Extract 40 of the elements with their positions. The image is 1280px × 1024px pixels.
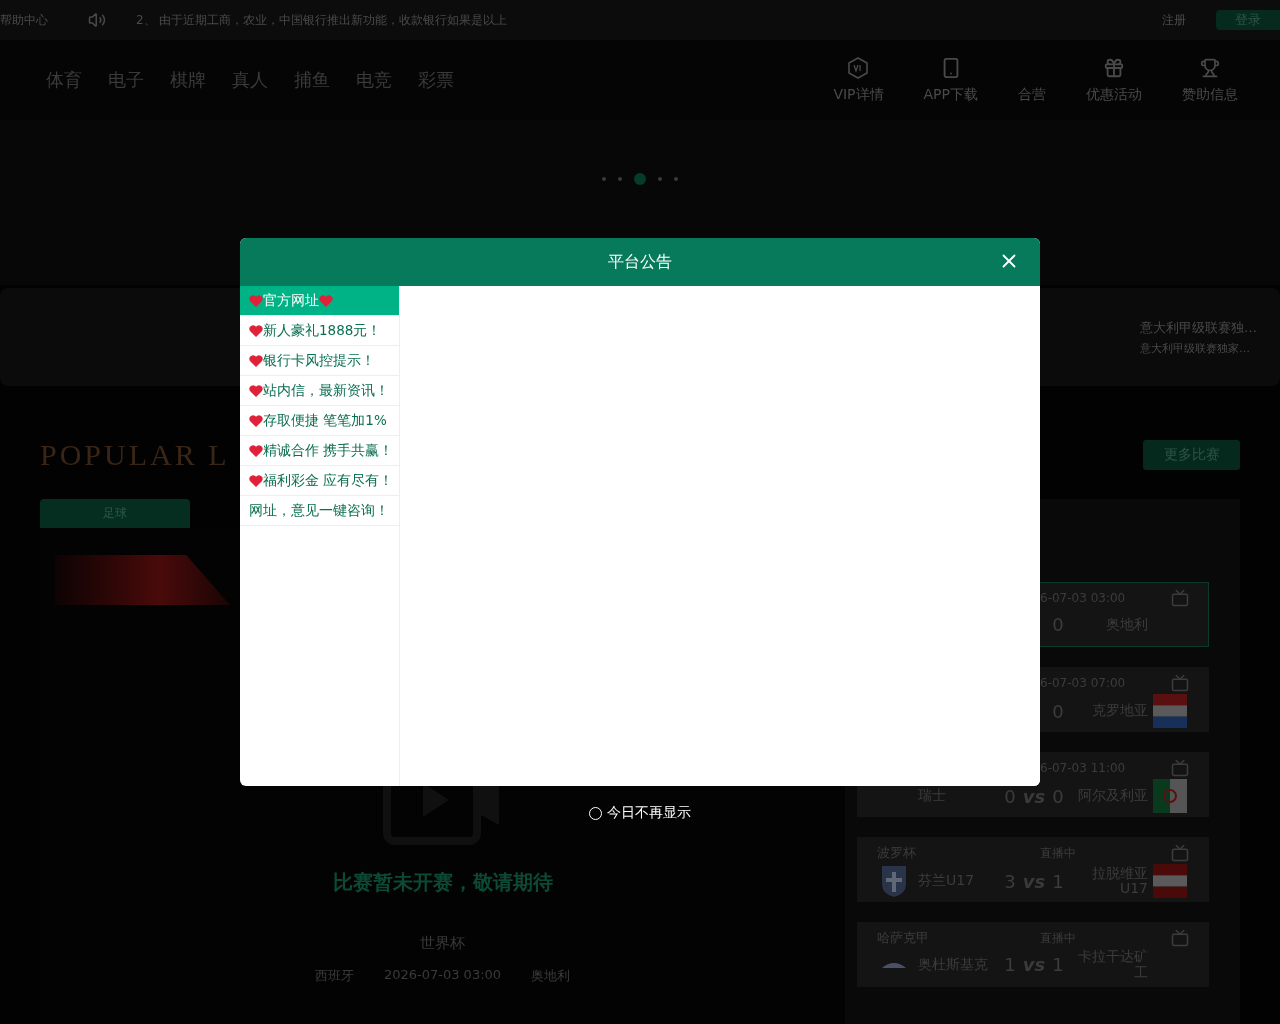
trophy-icon [1200, 58, 1220, 78]
nav-link[interactable]: 赞助信息 [1182, 56, 1238, 104]
option-label: 今日不再显示 [607, 804, 691, 822]
announcement-title: 福利彩金 应有尽有！ [263, 471, 394, 490]
hexagon-badge-icon [848, 57, 869, 79]
tv-icon[interactable] [1171, 759, 1189, 777]
nav-link[interactable]: APP下载 [923, 56, 978, 104]
nav-link[interactable]: 合营 [1018, 56, 1046, 104]
tv-icon[interactable] [1171, 674, 1189, 692]
carousel-dot[interactable] [674, 176, 678, 181]
dont-show-today-option[interactable]: 今日不再显示 [589, 804, 691, 822]
carousel-dot[interactable] [658, 176, 662, 181]
tv-icon[interactable] [1171, 929, 1189, 948]
nav-link[interactable]: 优惠活动 [1086, 56, 1142, 104]
speaker-icon[interactable] [88, 11, 106, 29]
carousel-dot[interactable] [618, 176, 622, 181]
section-title: POPULAR L [40, 438, 230, 472]
carousel-dot[interactable] [634, 172, 646, 185]
announcement-title: 银行卡风控提示！ [263, 351, 375, 370]
announcement-item[interactable]: 官方网址 [240, 286, 399, 316]
register-link[interactable]: 注册 [1162, 11, 1186, 29]
notice-text: 意大利甲级联赛独… [1140, 318, 1258, 337]
carousel-dot[interactable] [602, 176, 606, 181]
announcement-title: 存取便捷 笔笔加1% [263, 411, 387, 430]
match-status-text: 比赛暂未开赛，敬请期待 [332, 869, 553, 896]
flag-icon [1153, 694, 1187, 728]
flag-icon [1153, 779, 1187, 813]
help-center-link[interactable]: 帮助中心 [0, 11, 48, 29]
announcement-title: 站内信，最新资讯！ [263, 381, 389, 400]
dialog-title: 平台公告 [608, 251, 672, 273]
nav-link[interactable]: VIP详情 [833, 56, 884, 104]
tv-icon[interactable] [1171, 844, 1189, 862]
announcement-title: 网址，意见一键咨询！ [249, 501, 389, 520]
announcement-title: 精诚合作 携手共赢！ [263, 441, 394, 460]
shield-icon [880, 864, 908, 898]
flag-icon [1153, 864, 1187, 898]
announcement-title: 新人豪礼1888元！ [263, 321, 382, 340]
tv-icon[interactable] [1171, 589, 1189, 608]
gift-icon [1103, 57, 1125, 79]
announcement-title: 官方网址 [263, 291, 319, 310]
